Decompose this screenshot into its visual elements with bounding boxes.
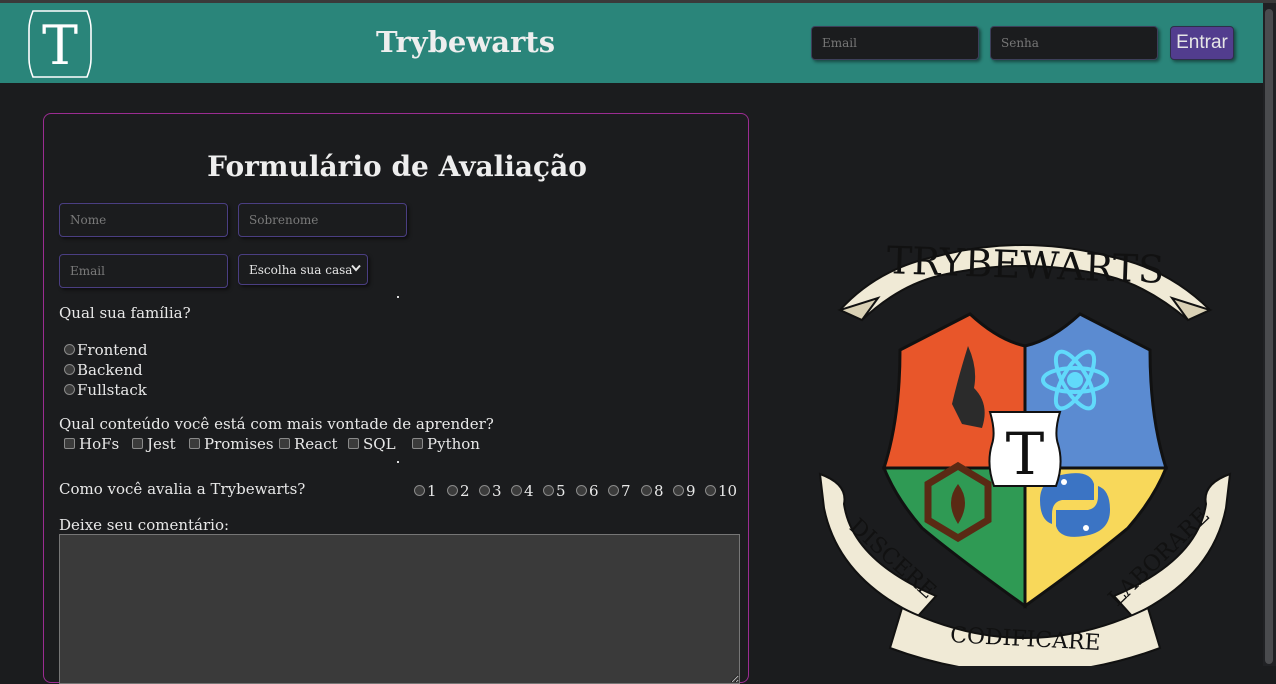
radio-button[interactable] <box>543 484 554 496</box>
content-option-hofs[interactable]: HoFs <box>64 435 119 453</box>
rating-option-2[interactable]: 2 <box>447 482 470 500</box>
radio-button[interactable] <box>705 484 716 496</box>
family-option-label: Backend <box>77 361 143 379</box>
checkbox[interactable] <box>132 437 143 449</box>
checkbox[interactable] <box>279 437 290 449</box>
house-select-value: Escolha sua casa <box>249 262 353 277</box>
name-input[interactable] <box>59 203 228 237</box>
content-option-react[interactable]: React <box>279 435 338 453</box>
login-button[interactable]: Entrar <box>1170 26 1234 60</box>
rating-option-label: 2 <box>460 482 470 500</box>
site-title: Trybewarts <box>376 25 556 59</box>
rating-option-label: 4 <box>524 482 534 500</box>
radio-button[interactable] <box>673 484 684 496</box>
logo-icon[interactable]: T <box>25 7 95 81</box>
rating-option-10[interactable]: 10 <box>705 482 737 500</box>
comment-label: Deixe seu comentário: <box>59 516 230 534</box>
site-header: T Trybewarts Entrar <box>0 3 1263 83</box>
checkbox[interactable] <box>412 437 423 449</box>
content-option-label: SQL <box>363 435 396 453</box>
checkbox[interactable] <box>64 437 75 449</box>
content-option-label: Jest <box>147 435 176 453</box>
radio-button[interactable] <box>608 484 619 496</box>
radio-button[interactable] <box>64 383 75 395</box>
checkbox[interactable] <box>348 437 359 449</box>
rating-option-9[interactable]: 9 <box>673 482 696 500</box>
rating-option-7[interactable]: 7 <box>608 482 631 500</box>
chevron-down-icon <box>351 264 361 272</box>
form-title: Formulário de Avaliação <box>207 150 587 183</box>
rating-option-label: 8 <box>654 482 664 500</box>
login-password-input[interactable] <box>990 26 1158 60</box>
family-option-backend[interactable]: Backend <box>64 361 143 379</box>
content-option-jest[interactable]: Jest <box>132 435 176 453</box>
family-option-frontend[interactable]: Frontend <box>64 341 147 359</box>
evaluation-form: Formulário de Avaliação Escolha sua casa… <box>43 113 749 684</box>
crest-top-ribbon-text: TRYBEWARTS <box>886 238 1165 292</box>
content-option-label: Promises <box>204 435 274 453</box>
content-option-promises[interactable]: Promises <box>189 435 274 453</box>
rating-option-label: 5 <box>556 482 566 500</box>
radio-button[interactable] <box>414 484 425 496</box>
scrollbar[interactable] <box>1263 3 1276 666</box>
rating-option-label: 3 <box>492 482 502 500</box>
radio-button[interactable] <box>447 484 458 496</box>
content-option-python[interactable]: Python <box>412 435 480 453</box>
content-option-label: React <box>294 435 338 453</box>
rating-option-label: 7 <box>621 482 631 500</box>
radio-button[interactable] <box>64 363 75 375</box>
trybewarts-crest-image: TRYBEWARTS T DISCERE CODIFICARE LABORARE <box>818 238 1232 666</box>
rating-option-label: 6 <box>589 482 599 500</box>
family-question: Qual sua família? <box>59 304 191 322</box>
lastname-input[interactable] <box>238 203 407 237</box>
rating-option-6[interactable]: 6 <box>576 482 599 500</box>
rating-option-8[interactable]: 8 <box>641 482 664 500</box>
stray-dot <box>397 461 399 463</box>
content-option-label: HoFs <box>79 435 120 453</box>
house-select[interactable]: Escolha sua casa <box>238 254 368 285</box>
rating-option-5[interactable]: 5 <box>543 482 566 500</box>
checkbox[interactable] <box>189 437 200 449</box>
rating-option-label: 10 <box>718 482 738 500</box>
login-email-input[interactable] <box>811 26 979 60</box>
stray-dot <box>397 296 399 298</box>
logo-letter: T <box>42 14 78 77</box>
content-question: Qual conteúdo você está com mais vontade… <box>59 415 494 433</box>
family-option-fullstack[interactable]: Fullstack <box>64 381 147 399</box>
radio-button[interactable] <box>576 484 587 496</box>
rating-option-1[interactable]: 1 <box>414 482 437 500</box>
crest-center-letter: T <box>1006 420 1045 488</box>
rating-option-3[interactable]: 3 <box>479 482 502 500</box>
rating-option-label: 9 <box>686 482 696 500</box>
family-option-label: Frontend <box>77 341 148 359</box>
content-option-label: Python <box>427 435 480 453</box>
scrollbar-thumb[interactable] <box>1265 9 1273 664</box>
radio-button[interactable] <box>511 484 522 496</box>
radio-button[interactable] <box>64 343 75 355</box>
radio-button[interactable] <box>641 484 652 496</box>
radio-button[interactable] <box>479 484 490 496</box>
rating-option-4[interactable]: 4 <box>511 482 534 500</box>
rate-question: Como você avalia a Trybewarts? <box>59 480 306 498</box>
form-email-input[interactable] <box>59 254 228 288</box>
rating-option-label: 1 <box>427 482 437 500</box>
comment-textarea[interactable] <box>59 534 740 684</box>
content-option-sql[interactable]: SQL <box>348 435 396 453</box>
family-option-label: Fullstack <box>77 381 147 399</box>
